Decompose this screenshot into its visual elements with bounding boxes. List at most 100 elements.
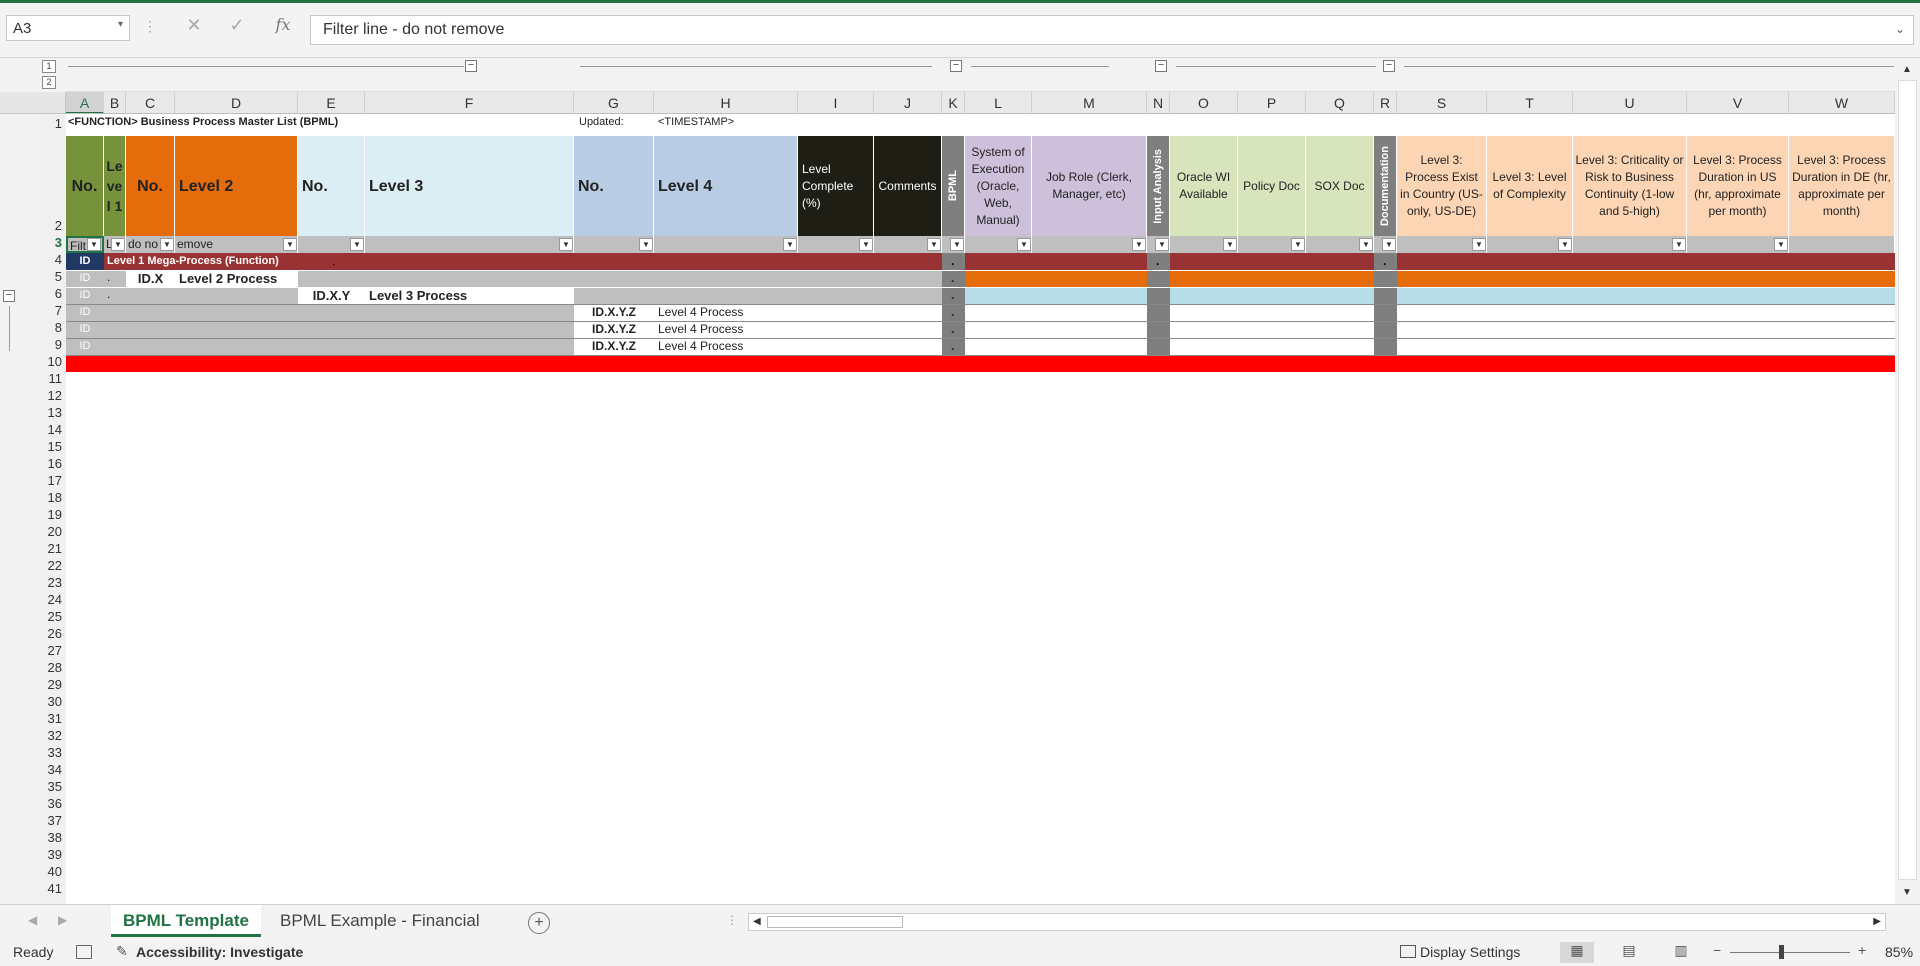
collapse-group-icon[interactable]: − <box>1155 60 1167 72</box>
filter-dropdown-icon[interactable]: ▼ <box>1472 238 1486 251</box>
column-header-m[interactable]: M <box>1032 92 1147 114</box>
column-header-n[interactable]: N <box>1147 92 1170 114</box>
row-header[interactable]: 34 <box>40 762 66 777</box>
column-outline-level-2[interactable]: 2 <box>42 76 56 89</box>
level1-id[interactable]: ID <box>66 253 104 270</box>
filter-cell[interactable] <box>1573 236 1687 253</box>
row-header[interactable]: 9 <box>40 337 66 352</box>
row-header[interactable]: 24 <box>40 592 66 607</box>
end-marker-row[interactable] <box>66 355 1895 372</box>
filter-cell[interactable] <box>365 236 574 253</box>
zoom-slider-thumb[interactable] <box>1779 945 1784 959</box>
display-settings-button[interactable]: Display Settings <box>1420 944 1520 960</box>
collapse-group-icon[interactable]: − <box>465 60 477 72</box>
filter-dropdown-icon[interactable]: ▼ <box>639 238 653 251</box>
header-level2[interactable]: Level 2 <box>175 136 298 236</box>
column-header-v[interactable]: V <box>1687 92 1789 114</box>
cancel-x-icon[interactable]: ✕ <box>182 15 206 41</box>
row-header[interactable]: 23 <box>40 575 66 590</box>
level4-label[interactable]: Level 4 Process <box>658 321 743 338</box>
header-oracle-wi[interactable]: Oracle WI Available <box>1170 136 1238 236</box>
row-header[interactable]: 13 <box>40 405 66 420</box>
filter-dropdown-icon[interactable]: ▼ <box>783 238 797 251</box>
filter-dropdown-icon[interactable]: ▼ <box>1774 238 1788 251</box>
checkmark-icon[interactable]: ✓ <box>225 15 249 41</box>
row-header[interactable]: 4 <box>40 252 66 267</box>
column-header-r[interactable]: R <box>1374 92 1397 114</box>
timestamp-value[interactable]: <TIMESTAMP> <box>658 116 734 128</box>
zoom-in-icon[interactable]: + <box>1858 942 1866 958</box>
column-header-h[interactable]: H <box>654 92 798 114</box>
row-header[interactable]: 31 <box>40 711 66 726</box>
filter-dropdown-icon[interactable]: ▼ <box>1132 238 1146 251</box>
row-header[interactable]: 15 <box>40 439 66 454</box>
filter-dropdown-icon[interactable]: ▼ <box>559 238 573 251</box>
column-header-w[interactable]: W <box>1789 92 1895 114</box>
row-header[interactable]: 10 <box>40 354 66 369</box>
header-process-exist-country[interactable]: Level 3: Process Exist in Country (US-on… <box>1397 136 1487 236</box>
filter-dropdown-icon[interactable]: ▼ <box>950 238 964 251</box>
row-header[interactable]: 37 <box>40 813 66 828</box>
column-header-k[interactable]: K <box>942 92 965 114</box>
vertical-scrollbar[interactable]: ▲ ▼ <box>1895 58 1920 904</box>
row-header[interactable]: 22 <box>40 558 66 573</box>
row-header[interactable]: 17 <box>40 473 66 488</box>
header-duration-de[interactable]: Level 3: Process Duration in DE (hr, app… <box>1789 136 1895 236</box>
filter-dropdown-icon[interactable]: ▼ <box>87 238 101 251</box>
zoom-out-icon[interactable]: − <box>1713 942 1721 958</box>
level4-no[interactable]: ID.X.Y.Z <box>574 321 654 338</box>
level4-label[interactable]: Level 4 Process <box>658 338 743 355</box>
scroll-thumb[interactable] <box>767 916 903 928</box>
normal-view-icon[interactable]: ▦ <box>1560 942 1594 963</box>
row-header[interactable]: 11 <box>40 371 66 386</box>
collapse-rows-icon[interactable]: − <box>3 290 15 302</box>
tab-bpml-template[interactable]: BPML Template <box>111 905 261 937</box>
chevron-down-icon[interactable]: ⌄ <box>1895 22 1905 36</box>
row-header[interactable]: 26 <box>40 626 66 641</box>
sheet-title[interactable]: <FUNCTION> Business Process Master List … <box>68 116 338 128</box>
row-header[interactable]: 7 <box>40 303 66 318</box>
filter-dropdown-icon[interactable]: ▼ <box>350 238 364 251</box>
header-comments[interactable]: Comments <box>874 136 942 236</box>
filter-dropdown-icon[interactable]: ▼ <box>1223 238 1237 251</box>
header-input-analysis[interactable]: Input Analysis <box>1147 136 1170 236</box>
column-header-i[interactable]: I <box>798 92 874 114</box>
insert-function-button[interactable]: fx <box>270 15 296 41</box>
level4-id[interactable]: ID <box>66 304 104 321</box>
name-box[interactable]: A3 ▾ <box>6 15 130 41</box>
row-header[interactable]: 41 <box>40 881 66 896</box>
column-header-o[interactable]: O <box>1170 92 1238 114</box>
row-header[interactable]: 3 <box>40 235 66 250</box>
formula-input[interactable]: Filter line - do not remove ⌄ <box>310 15 1914 45</box>
header-sox-doc[interactable]: SOX Doc <box>1306 136 1374 236</box>
tab-bpml-example-financial[interactable]: BPML Example - Financial <box>268 905 492 937</box>
header-no-level1[interactable]: No. <box>66 136 104 236</box>
tab-next-icon[interactable]: ▶ <box>58 913 67 927</box>
splitter-handle-icon[interactable]: ⋮ <box>726 913 738 927</box>
level3-label[interactable]: Level 3 Process <box>369 287 467 304</box>
column-header-f[interactable]: F <box>365 92 574 114</box>
column-header-b[interactable]: B <box>104 92 126 114</box>
row-header[interactable]: 20 <box>40 524 66 539</box>
horizontal-scrollbar[interactable]: ◀ ▶ <box>748 913 1886 931</box>
level3-no[interactable]: ID.X.Y <box>298 287 365 304</box>
row-header[interactable]: 2 <box>40 218 66 233</box>
macro-recorder-icon[interactable] <box>76 945 92 959</box>
column-header-a[interactable]: A <box>66 92 104 114</box>
accessibility-status[interactable]: Accessibility: Investigate <box>136 944 303 960</box>
level4-id[interactable]: ID <box>66 321 104 338</box>
row-header[interactable]: 28 <box>40 660 66 675</box>
row-header[interactable]: 12 <box>40 388 66 403</box>
column-header-s[interactable]: S <box>1397 92 1487 114</box>
row-header[interactable]: 21 <box>40 541 66 556</box>
filter-cell[interactable] <box>654 236 798 253</box>
filter-cell-d3[interactable]: emove <box>175 236 298 253</box>
row-header[interactable]: 6 <box>40 286 66 301</box>
row-header[interactable]: 1 <box>40 116 66 131</box>
level4-no[interactable]: ID.X.Y.Z <box>574 338 654 355</box>
header-no-level4[interactable]: No. <box>574 136 654 236</box>
level2-no[interactable]: ID.X <box>126 270 175 287</box>
row-header[interactable]: 25 <box>40 609 66 624</box>
filter-dropdown-icon[interactable]: ▼ <box>283 238 297 251</box>
header-level3[interactable]: Level 3 <box>365 136 574 236</box>
